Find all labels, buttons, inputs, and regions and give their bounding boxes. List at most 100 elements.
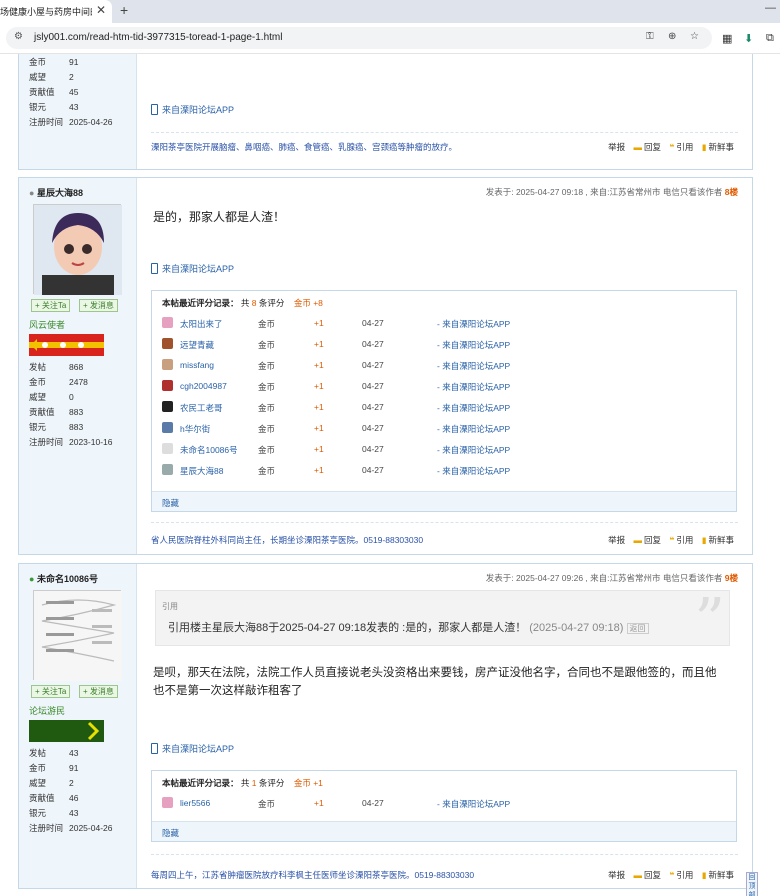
user-group: 论坛游民 [29, 706, 66, 716]
quote-link[interactable]: ❝ 引用 [669, 142, 693, 152]
avatar[interactable] [33, 204, 122, 295]
follow-button[interactable]: + 关注Ta [31, 299, 71, 312]
avatar[interactable] [33, 590, 122, 681]
app-source-link[interactable]: 来自溧阳论坛APP [151, 103, 234, 116]
user-stat: 贡献值 46 [29, 792, 78, 804]
follow-button[interactable]: + 关注Ta [31, 685, 71, 698]
rater-name[interactable]: 星辰大海88 [180, 465, 223, 477]
send-message-button[interactable]: + 发消息 [79, 685, 118, 698]
rater-name[interactable]: 农民工老哥 [180, 402, 223, 414]
quote-back-button[interactable]: 返回 [626, 623, 649, 634]
rating-amount: +1 [314, 465, 324, 475]
user-stat-value: 2023-10-16 [69, 437, 113, 447]
download-icon[interactable]: ⬇ [744, 32, 753, 45]
close-tab-icon[interactable]: ✕ [96, 3, 106, 17]
rating-source[interactable]: - 来自溧阳论坛APP [437, 381, 510, 393]
rater-name[interactable]: cgh2004987 [180, 381, 227, 391]
omnibox[interactable]: ⚙ jsly001.com/read-htm-tid-3977315-torea… [6, 27, 712, 49]
user-stat: 发帖 43 [29, 747, 78, 759]
bookmark-star-icon[interactable]: ☆ [690, 31, 699, 42]
app-source-link[interactable]: 来自溧阳论坛APP [151, 742, 234, 755]
user-stat-label: 金币 [29, 57, 47, 67]
site-settings-icon[interactable]: ⚙ [14, 31, 23, 42]
rating-source[interactable]: - 来自溧阳论坛APP [437, 318, 510, 330]
author-name[interactable]: ● 未命名10086号 [29, 572, 98, 585]
user-stat: 贡献值 45 [29, 86, 78, 98]
rater-avatar[interactable] [162, 443, 173, 454]
browser-tab[interactable]: 场健康小屋与药房中间的 ✕ [0, 0, 112, 23]
signature[interactable]: 每周四上午，江苏省肿瘤医院放疗科李枫主任医师坐诊溧阳茶亭医院。0519-8830… [151, 869, 474, 881]
rating-amount: +1 [314, 444, 324, 454]
phone-icon [151, 263, 158, 274]
tab-title: 场健康小屋与药房中间的 [0, 7, 92, 17]
user-stat: 威望 2 [29, 777, 74, 789]
rater-avatar[interactable] [162, 401, 173, 412]
rating-source[interactable]: - 来自溧阳论坛APP [437, 339, 510, 351]
zoom-icon[interactable]: ⊕ [668, 31, 676, 42]
rater-avatar[interactable] [162, 422, 173, 433]
app-source-link[interactable]: 来自溧阳论坛APP [151, 262, 234, 275]
rating-source[interactable]: - 来自溧阳论坛APP [437, 402, 510, 414]
report-link[interactable]: 举报 [608, 142, 625, 152]
rating-source[interactable]: - 来自溧阳论坛APP [437, 465, 510, 477]
rating-date: 04-27 [362, 444, 384, 454]
user-icon: ● [29, 188, 35, 198]
back-to-top-button[interactable]: 回顶部 [746, 872, 758, 896]
rating-amount: +1 [314, 798, 324, 808]
address-bar-row: ⚙ jsly001.com/read-htm-tid-3977315-torea… [0, 23, 780, 54]
rater-name[interactable]: missfang [180, 360, 214, 370]
reply-link[interactable]: ▬ 回复 [634, 142, 662, 152]
user-stat-value: 2025-04-26 [69, 117, 113, 127]
share-link[interactable]: ▮ 新鲜事 [702, 142, 734, 152]
rating-source[interactable]: - 来自溧阳论坛APP [437, 360, 510, 372]
user-stat-label: 威望 [29, 72, 47, 82]
minimize-window-icon[interactable]: — [765, 2, 776, 14]
user-stat: 注册时间 2025-04-26 [29, 116, 112, 128]
share-link[interactable]: ▮ 新鲜事 [702, 870, 734, 880]
phone-icon [151, 104, 158, 115]
hide-ratings-link[interactable]: 隐藏 [162, 497, 179, 509]
quote-link[interactable]: ❝ 引用 [669, 535, 693, 545]
quote-link[interactable]: ❝ 引用 [669, 870, 693, 880]
rater-avatar[interactable] [162, 359, 173, 370]
rater-avatar[interactable] [162, 797, 173, 808]
rater-name[interactable]: h华尔街 [180, 423, 210, 435]
reading-list-icon[interactable]: ▦ [722, 32, 732, 45]
report-link[interactable]: 举报 [608, 535, 625, 545]
rater-name[interactable]: lier5566 [180, 798, 210, 808]
extensions-icon[interactable]: ⧉ [766, 32, 774, 45]
user-stat: 金币 91 [29, 56, 78, 68]
user-stat-label: 注册时间 [29, 437, 64, 447]
rating-source[interactable]: - 来自溧阳论坛APP [437, 798, 510, 810]
rating-footer: 隐藏 [152, 821, 736, 841]
author-name[interactable]: ● 星辰大海88 [29, 186, 83, 199]
rating-row: h华尔街 金币 +1 04-27 - 来自溧阳论坛APP [162, 420, 722, 438]
rater-avatar[interactable] [162, 464, 173, 475]
rating-amount: +1 [314, 381, 324, 391]
user-stat: 注册时间 2025-04-26 [29, 822, 112, 834]
post-actions: 举报 ▬ 回复 ❝ 引用 ▮ 新鲜事 [602, 869, 734, 881]
signature[interactable]: 溧阳茶亭医院开展脑瘤、鼻咽癌、肺癌、食管癌、乳腺癌、宫颈癌等肿瘤的放疗。 [151, 141, 457, 153]
rater-name[interactable]: 未命名10086号 [180, 444, 238, 456]
rater-name[interactable]: 太阳出来了 [180, 318, 223, 330]
reply-link[interactable]: ▬ 回复 [634, 870, 662, 880]
rating-header: 本帖最近评分记录： 共 8 条评分 金币 +8 [162, 298, 323, 308]
share-link[interactable]: ▮ 新鲜事 [702, 535, 734, 545]
url-text[interactable]: jsly001.com/read-htm-tid-3977315-toread-… [34, 32, 282, 43]
key-icon[interactable]: ⚿ [646, 31, 654, 42]
rater-name[interactable]: 远望青藏 [180, 339, 214, 351]
rater-avatar[interactable] [162, 317, 173, 328]
rater-avatar[interactable] [162, 380, 173, 391]
signature[interactable]: 省人民医院脊柱外科同尚主任，长期坐诊溧阳茶亭医院。0519-88303030 [151, 534, 423, 546]
hide-ratings-link[interactable]: 隐藏 [162, 827, 179, 839]
rating-source[interactable]: - 来自溧阳论坛APP [437, 444, 510, 456]
rater-avatar[interactable] [162, 338, 173, 349]
user-stat-label: 贡献值 [29, 407, 55, 417]
post-main: 发表于: 2025-04-27 09:26 , 来自:江苏省常州市 电信只看该作… [137, 564, 752, 888]
user-stat: 发帖 868 [29, 361, 83, 373]
reply-link[interactable]: ▬ 回复 [634, 535, 662, 545]
new-tab-icon[interactable]: + [120, 2, 128, 18]
send-message-button[interactable]: + 发消息 [79, 299, 118, 312]
report-link[interactable]: 举报 [608, 870, 625, 880]
rating-source[interactable]: - 来自溧阳论坛APP [437, 423, 510, 435]
